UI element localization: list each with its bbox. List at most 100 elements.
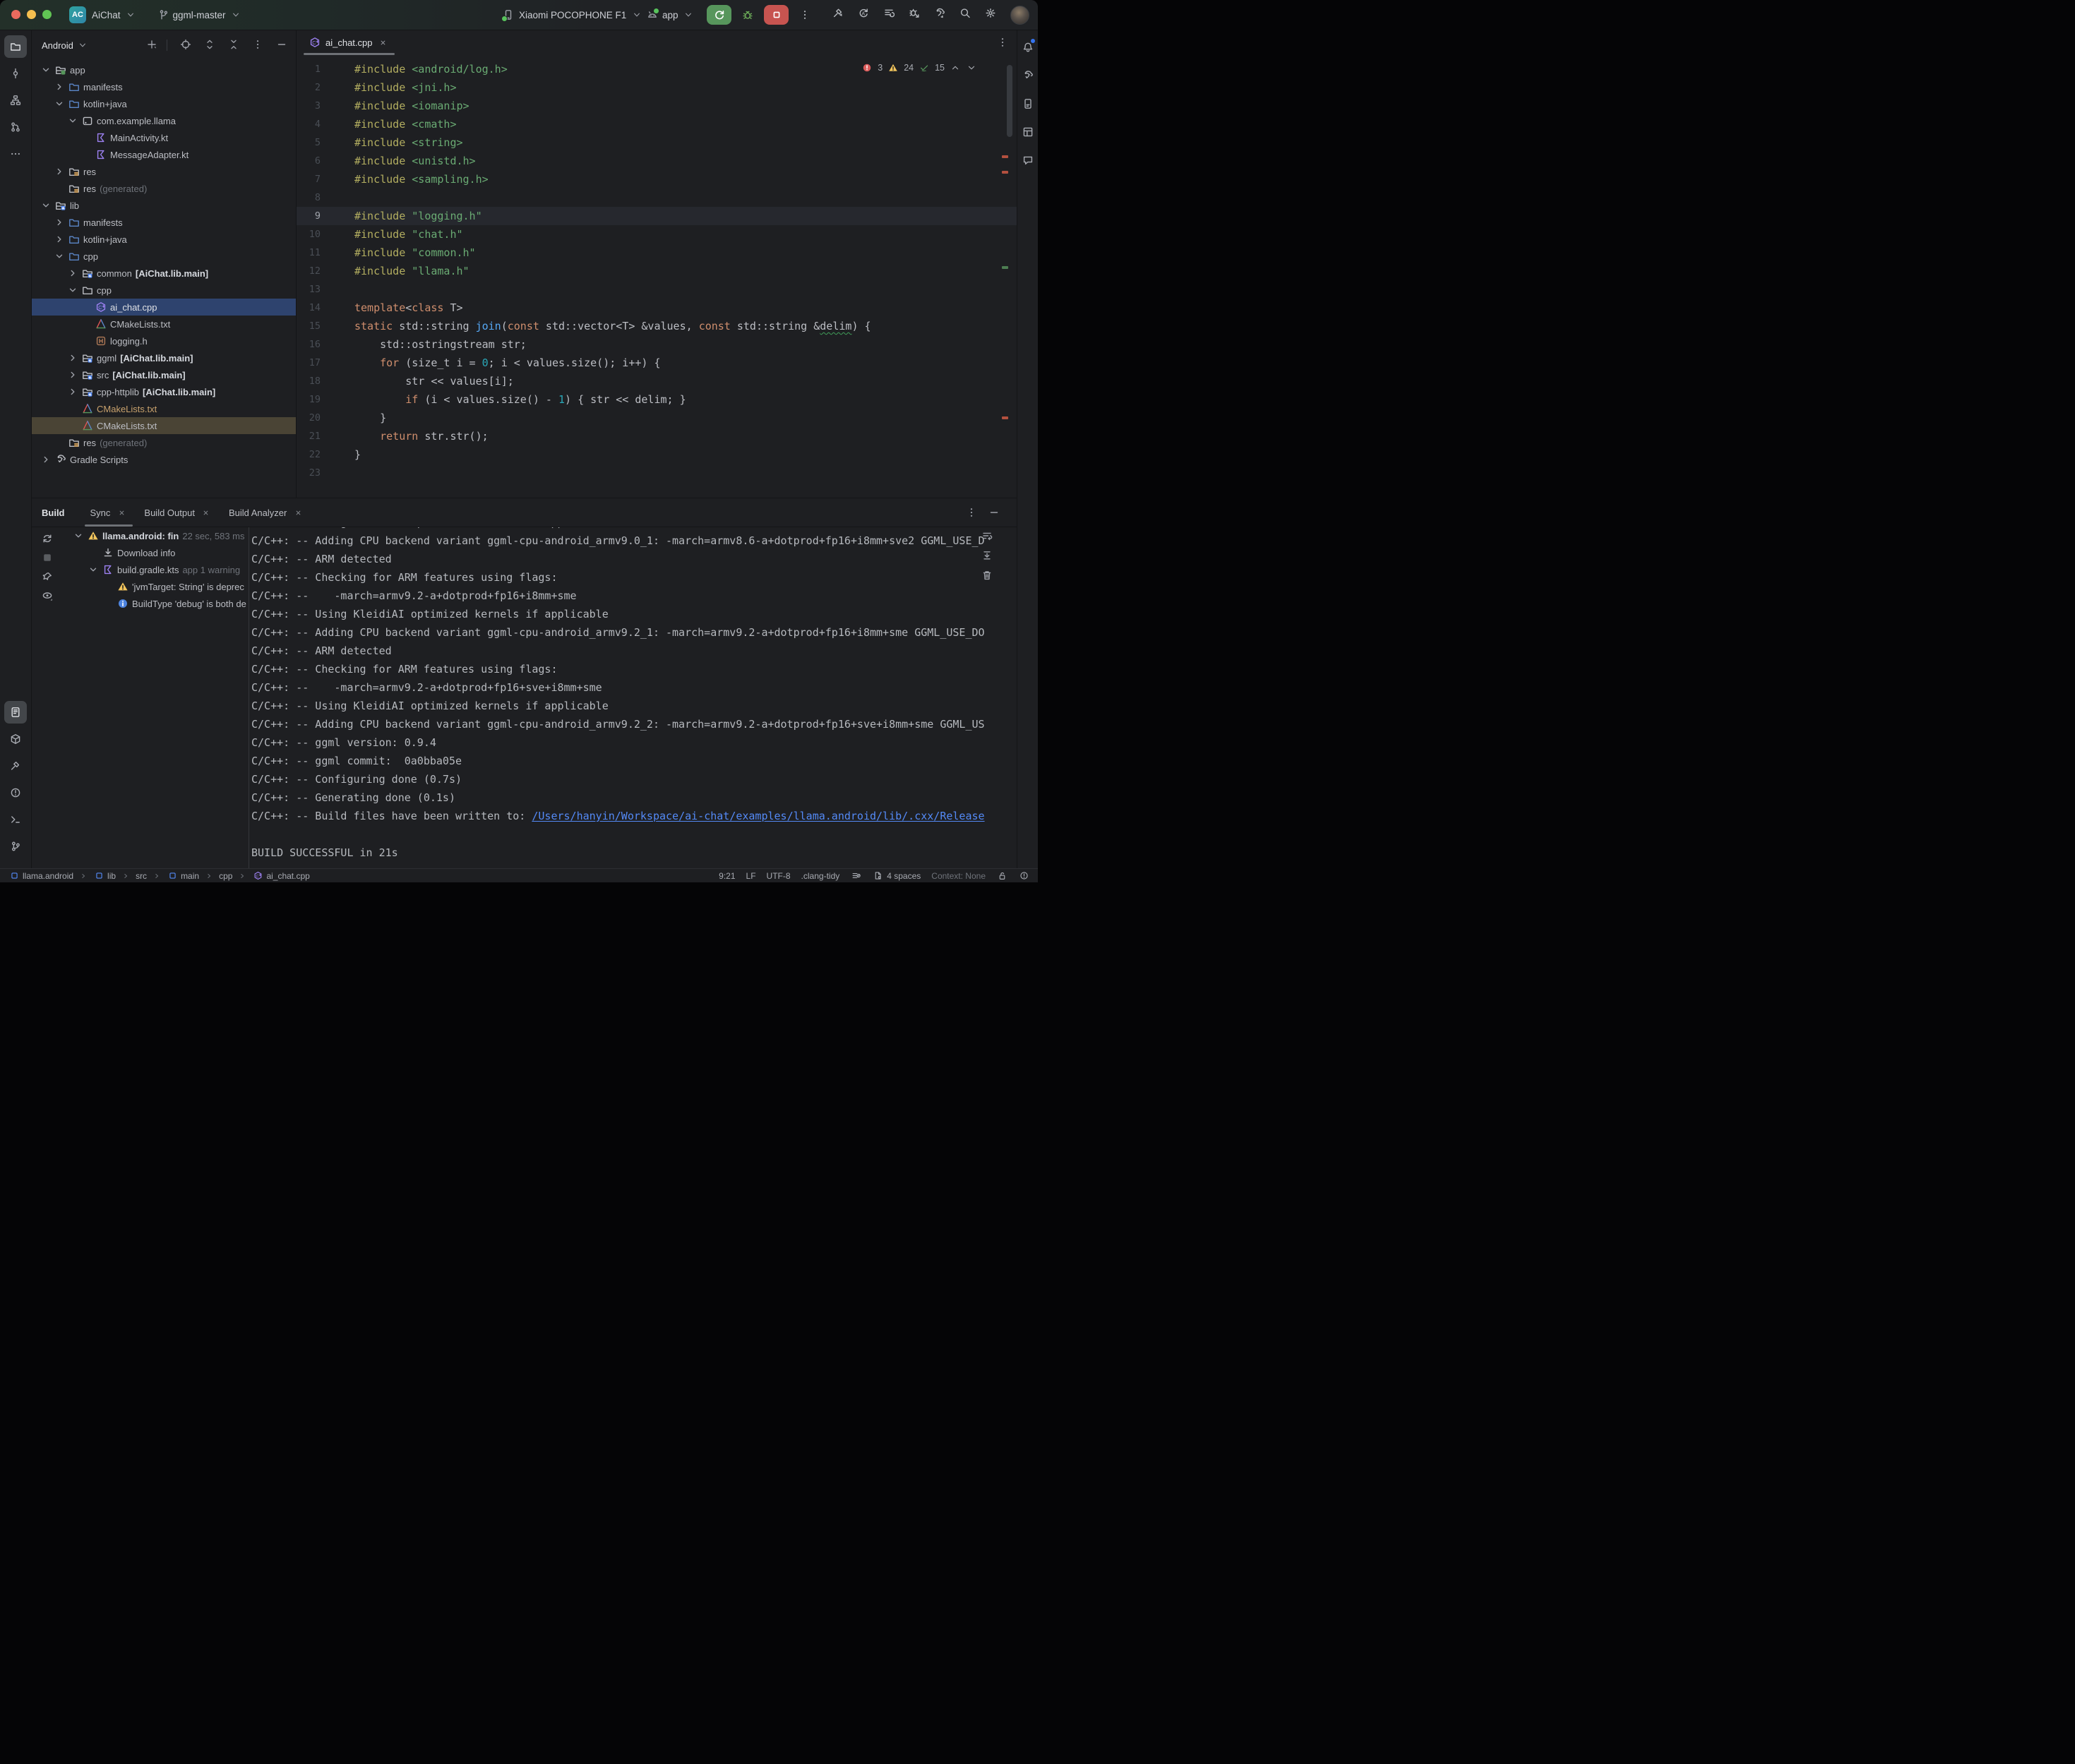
next-problem-icon[interactable] (966, 62, 977, 73)
tree-item-src[interactable]: src [AiChat.lib.main] (32, 366, 296, 383)
tool-pull-requests-button[interactable] (4, 116, 27, 138)
tool-device-manager-button[interactable] (4, 728, 27, 750)
status-lock-open[interactable] (996, 870, 1007, 882)
sync-apply-button[interactable]: A (858, 8, 869, 23)
code-line-6[interactable]: 6#include <unistd.h> (297, 152, 1017, 170)
tree-item-app[interactable]: app (32, 61, 296, 78)
chevron-right-icon[interactable] (67, 369, 78, 380)
chevron-right-icon[interactable] (67, 352, 78, 364)
editor-tab[interactable]: C ai_chat.cpp (302, 30, 396, 55)
clear-all-button[interactable] (981, 570, 993, 583)
settings-button[interactable] (985, 8, 996, 23)
tool-version-control-button[interactable] (4, 835, 27, 858)
target-button[interactable] (177, 39, 191, 52)
tree-item-kotlin-java[interactable]: kotlin+java (32, 95, 296, 112)
tool-project-folder-button[interactable] (4, 35, 27, 58)
tree-item-cpp[interactable]: cpp (32, 248, 296, 265)
breadcrumb-item[interactable]: lib (93, 870, 116, 882)
chevron-down-icon[interactable] (40, 200, 52, 211)
close-tab-icon[interactable] (116, 507, 127, 518)
build-hammer-button[interactable] (832, 8, 844, 23)
build-tree-item[interactable]: 'jvmTarget: String' is deprec (62, 578, 249, 595)
code-line-13[interactable]: 13 (297, 280, 1017, 299)
tool-layout-inspector-button[interactable] (1019, 121, 1037, 143)
build-output-link[interactable]: /Users/hanyin/Workspace/ai-chat/examples… (532, 810, 984, 822)
status-error-outline[interactable] (1018, 870, 1029, 882)
more-run-actions-button[interactable] (796, 5, 814, 25)
tree-item-res[interactable]: res (32, 163, 296, 180)
tree-item-common[interactable]: common [AiChat.lib.main] (32, 265, 296, 282)
tool-notifications-button[interactable] (1019, 36, 1037, 59)
status-lf[interactable]: LF (746, 871, 756, 881)
build-console[interactable]: C/C++: -- Using KleidiAI optimized kerne… (251, 527, 1017, 868)
error-stripe-mark[interactable] (1002, 155, 1008, 158)
tool-structure-button[interactable] (4, 89, 27, 112)
kebab-button[interactable] (249, 39, 263, 52)
breadcrumb-item[interactable]: Cai_chat.cpp (252, 870, 309, 882)
close-window-button[interactable] (11, 10, 20, 19)
code-line-7[interactable]: 7#include <sampling.h> (297, 170, 1017, 188)
breadcrumb-item[interactable]: main (167, 870, 199, 882)
tool-device-explorer-button[interactable] (1019, 92, 1037, 115)
tree-item-kotlin-java[interactable]: kotlin+java (32, 231, 296, 248)
project-selector[interactable]: AiChat (92, 9, 136, 20)
code-line-15[interactable]: 15static std::string join(const std::vec… (297, 317, 1017, 335)
build-variants-button[interactable] (883, 8, 895, 23)
breadcrumb-item[interactable]: llama.android (8, 870, 73, 882)
code-line-23[interactable]: 23 (297, 464, 1017, 482)
tool-gradle-button[interactable] (1019, 64, 1037, 87)
close-tab-icon[interactable] (292, 507, 304, 518)
build-tab-sync[interactable]: Sync (82, 498, 136, 527)
close-tab-icon[interactable] (378, 37, 389, 48)
rerun-button[interactable] (707, 5, 731, 25)
code-line-3[interactable]: 3#include <iomanip> (297, 97, 1017, 115)
device-selector[interactable]: Xiaomi POCOPHONE F1 (503, 0, 642, 30)
tree-item-cmakelists-txt[interactable]: CMakeLists.txt (32, 417, 296, 434)
tree-item-cmakelists-txt[interactable]: CMakeLists.txt (32, 316, 296, 332)
status-9-21[interactable]: 9:21 (719, 871, 735, 881)
code-line-16[interactable]: 16 std::ostringstream str; (297, 335, 1017, 354)
tool-commit-button[interactable] (4, 62, 27, 85)
build-tree-item[interactable]: Download info (62, 544, 249, 561)
tree-item-logging-h[interactable]: logging.h (32, 332, 296, 349)
tree-item-res[interactable]: res (generated) (32, 180, 296, 197)
tool-terminal-button[interactable] (4, 808, 27, 831)
status-formatter[interactable] (850, 870, 861, 882)
chevron-right-icon[interactable] (54, 81, 65, 92)
gradle-sync-button[interactable] (934, 8, 945, 23)
chevron-down-icon[interactable] (54, 251, 65, 262)
chevron-down-icon[interactable] (88, 564, 99, 575)
build-tree-item[interactable]: llama.android: fin22 sec, 583 ms (62, 527, 249, 544)
status-utf-8[interactable]: UTF-8 (767, 871, 791, 881)
code-line-10[interactable]: 10#include "chat.h" (297, 225, 1017, 244)
minimize-window-button[interactable] (27, 10, 36, 19)
tree-item-manifests[interactable]: manifests (32, 214, 296, 231)
chevron-right-icon[interactable] (54, 166, 65, 177)
chevron-right-icon[interactable] (40, 454, 52, 465)
tree-item-ai-chat-cpp[interactable]: Cai_chat.cpp (32, 299, 296, 316)
attach-debugger-button[interactable] (909, 8, 920, 23)
tree-item-ggml[interactable]: ggml [AiChat.lib.main] (32, 349, 296, 366)
chevron-right-icon[interactable] (67, 268, 78, 279)
tree-item-cpp[interactable]: cpp (32, 282, 296, 299)
minimize-button[interactable] (273, 39, 287, 52)
code-line-18[interactable]: 18 str << values[i]; (297, 372, 1017, 390)
chevron-right-icon[interactable] (67, 386, 78, 397)
avatar[interactable] (1010, 6, 1029, 25)
code-area[interactable]: 1#include <android/log.h>2#include <jni.… (297, 55, 1017, 498)
close-tab-icon[interactable] (201, 507, 212, 518)
code-line-4[interactable]: 4#include <cmath> (297, 115, 1017, 133)
tree-item-mainactivity-kt[interactable]: MainActivity.kt (32, 129, 296, 146)
hide-panel-icon[interactable] (988, 507, 1000, 518)
expand-all-button[interactable] (201, 39, 215, 52)
stop-square-button[interactable] (38, 548, 56, 567)
tool-app-insights-button[interactable] (1019, 149, 1037, 172)
chevron-down-icon[interactable] (67, 284, 78, 296)
error-stripe-mark[interactable] (1002, 171, 1008, 174)
status-4-spaces[interactable]: 4 spaces (872, 870, 921, 882)
plus-button[interactable] (143, 39, 157, 52)
build-options-icon[interactable] (966, 507, 977, 518)
change-stripe-mark[interactable] (1002, 266, 1008, 269)
build-tree-item[interactable]: BuildType 'debug' is both de (62, 595, 249, 612)
breadcrumb-item[interactable]: cpp (219, 871, 232, 881)
